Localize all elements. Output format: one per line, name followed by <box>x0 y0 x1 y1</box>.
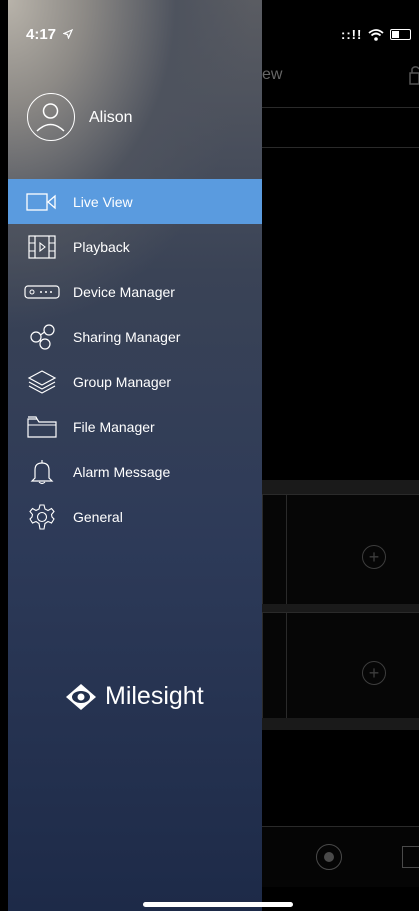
milesight-logo-icon <box>66 683 96 710</box>
layers-icon <box>24 369 60 394</box>
brand-name: Milesight <box>105 682 204 710</box>
menu-item-label: Device Manager <box>73 283 175 300</box>
user-name[interactable]: Alison <box>89 109 133 127</box>
lock-icon <box>409 66 419 85</box>
menu-item-file-manager[interactable]: File Manager <box>8 404 262 449</box>
location-arrow-icon <box>62 28 74 40</box>
battery-icon <box>390 29 412 40</box>
menu-item-label: Live View <box>73 193 133 210</box>
add-camera-icon[interactable]: + <box>362 661 386 685</box>
share-icon <box>24 323 60 350</box>
add-camera-icon[interactable]: + <box>362 545 386 569</box>
grid-divider <box>262 604 419 612</box>
menu-item-label: File Manager <box>73 418 155 435</box>
film-icon <box>24 234 60 259</box>
wifi-icon <box>368 28 384 41</box>
background-header <box>262 45 419 108</box>
menu-item-label: General <box>73 508 123 525</box>
background-header-title: ew <box>262 66 283 83</box>
menu-item-general[interactable]: General <box>8 494 262 539</box>
menu-item-sharing-manager[interactable]: Sharing Manager <box>8 314 262 359</box>
video-cell[interactable] <box>286 494 419 606</box>
camera-icon <box>24 190 60 214</box>
menu-item-live-view[interactable]: Live View <box>8 179 262 224</box>
record-icon[interactable] <box>316 844 342 870</box>
gear-icon <box>24 503 60 530</box>
menu-item-alarm-message[interactable]: Alarm Message <box>8 449 262 494</box>
status-time: 4:17 <box>26 26 74 43</box>
menu-item-playback[interactable]: Playback <box>8 224 262 269</box>
menu-item-label: Playback <box>73 238 130 255</box>
menu-item-label: Alarm Message <box>73 463 171 480</box>
side-menu: Live View Playback Device Manager Sharin… <box>8 179 262 539</box>
video-cell[interactable] <box>286 612 419 720</box>
nvr-device-icon <box>24 280 60 304</box>
status-icons: ::!! <box>341 27 412 42</box>
brand-logo: Milesight <box>65 682 204 711</box>
bell-icon <box>24 459 60 484</box>
menu-item-device-manager[interactable]: Device Manager <box>8 269 262 314</box>
background-toolbar <box>262 107 419 148</box>
video-cell[interactable] <box>262 494 287 606</box>
grid-divider <box>262 718 419 730</box>
status-time-text: 4:17 <box>26 26 57 43</box>
menu-item-label: Group Manager <box>73 373 172 390</box>
home-indicator[interactable] <box>143 902 293 907</box>
user-icon <box>36 103 65 132</box>
folder-icon <box>24 415 60 439</box>
screen-layout-icon[interactable] <box>402 846 419 868</box>
menu-item-group-manager[interactable]: Group Manager <box>8 359 262 404</box>
video-cell[interactable] <box>262 612 287 720</box>
avatar[interactable] <box>27 93 75 141</box>
grid-divider <box>262 480 419 494</box>
menu-item-label: Sharing Manager <box>73 328 181 345</box>
signal-icon: ::!! <box>341 27 363 42</box>
